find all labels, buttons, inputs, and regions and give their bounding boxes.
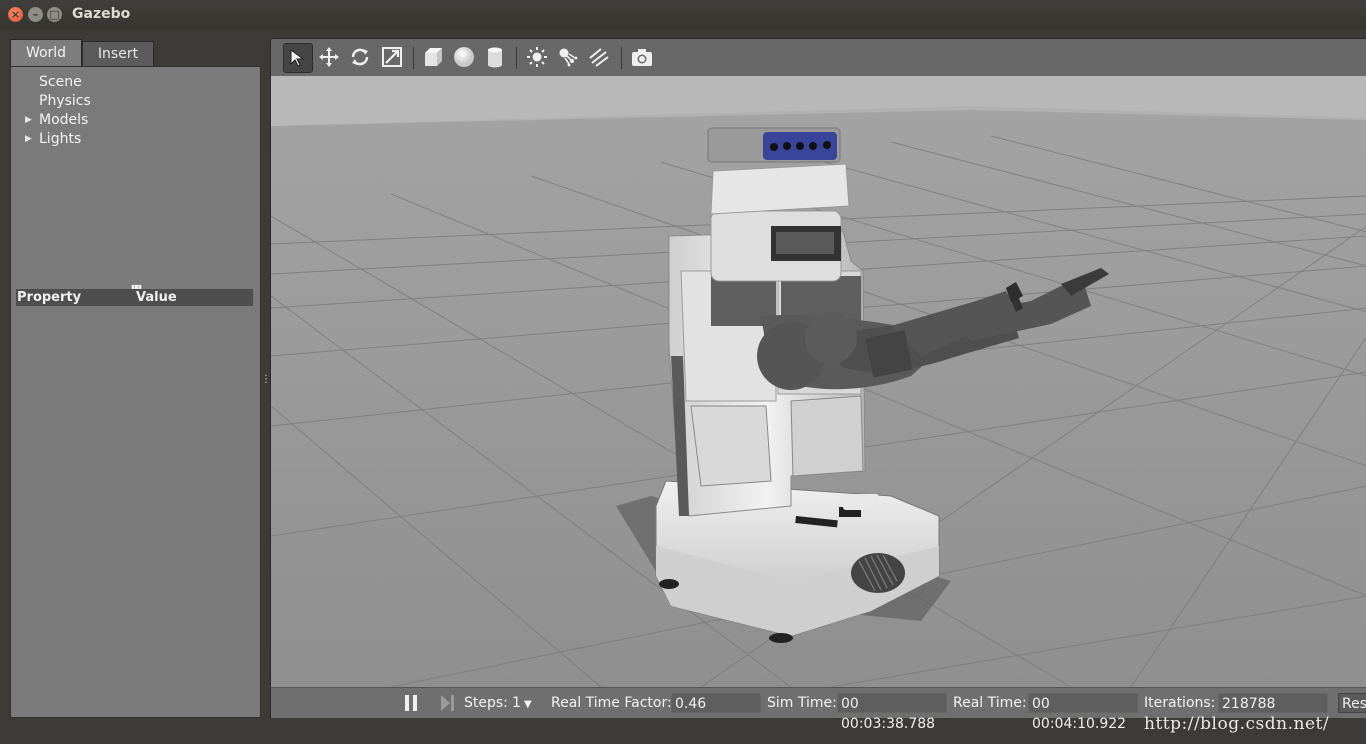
world-panel: Scene Physics ▶ Models ▶ Lights ▮▮▮ Prop… <box>10 66 261 718</box>
toolbar-separator <box>621 47 622 69</box>
scene-viewport[interactable] <box>270 76 1366 687</box>
scale-icon[interactable] <box>378 43 406 71</box>
expand-arrow-icon[interactable]: ▶ <box>25 134 32 144</box>
maximize-icon: □ <box>49 8 60 21</box>
toolbar-separator <box>413 47 414 69</box>
toolbar-separator <box>516 47 517 69</box>
tree-item-physics[interactable]: Physics <box>39 93 91 109</box>
sphere-icon[interactable] <box>450 43 478 71</box>
minimize-icon: – <box>32 8 39 21</box>
close-window-button[interactable]: × <box>8 7 23 22</box>
directional-light-icon[interactable] <box>585 43 613 71</box>
close-icon: × <box>10 8 21 21</box>
step-forward-icon <box>441 695 454 711</box>
tab-insert[interactable]: Insert <box>82 41 154 66</box>
pause-icon <box>405 695 417 711</box>
real-time-factor-field: 0.46 <box>671 693 761 713</box>
cylinder-icon[interactable] <box>481 43 509 71</box>
scene-render <box>271 76 1366 687</box>
tree-item-lights[interactable]: Lights <box>39 131 81 147</box>
step-button[interactable] <box>439 694 457 716</box>
expand-arrow-icon[interactable]: ▶ <box>25 115 32 125</box>
steps-label: Steps: <box>464 695 508 711</box>
tab-world[interactable]: World <box>10 39 82 67</box>
tree-item-scene[interactable]: Scene <box>39 74 82 90</box>
real-time-field: 00 00:04:10.922 <box>1028 693 1138 732</box>
box-icon[interactable] <box>419 43 447 71</box>
iterations-field: 218788 <box>1218 693 1328 713</box>
property-table-header: Property Value <box>16 289 253 306</box>
point-light-icon[interactable] <box>523 43 551 71</box>
pause-button[interactable] <box>404 694 420 716</box>
sim-time-label: Sim Time: <box>767 695 837 711</box>
spot-light-icon[interactable] <box>554 43 582 71</box>
rotate-icon[interactable] <box>346 43 374 71</box>
iterations-label: Iterations: <box>1144 695 1216 711</box>
window-titlebar: × – □ Gazebo <box>0 0 1366 30</box>
value-column-header[interactable]: Value <box>136 289 177 306</box>
sim-time-field: 00 00:03:38.788 <box>837 693 947 732</box>
real-time-factor-label: Real Time Factor: <box>551 695 672 711</box>
maximize-window-button[interactable]: □ <box>47 7 62 22</box>
property-column-header[interactable]: Property <box>17 289 81 306</box>
watermark-text: http://blog.csdn.net/ <box>1144 714 1330 734</box>
minimize-window-button[interactable]: – <box>28 7 43 22</box>
steps-value[interactable]: 1 <box>512 695 521 711</box>
steps-dropdown-icon[interactable]: ▼ <box>524 699 532 710</box>
translate-icon[interactable] <box>315 43 343 71</box>
tree-item-models[interactable]: Models <box>39 112 88 128</box>
real-time-label: Real Time: <box>953 695 1027 711</box>
main-toolbar <box>270 38 1366 77</box>
window-title: Gazebo <box>72 6 131 22</box>
select-arrow-icon[interactable] <box>283 43 313 73</box>
screenshot-icon[interactable] <box>628 43 656 71</box>
reset-time-button[interactable]: Res <box>1338 693 1366 713</box>
